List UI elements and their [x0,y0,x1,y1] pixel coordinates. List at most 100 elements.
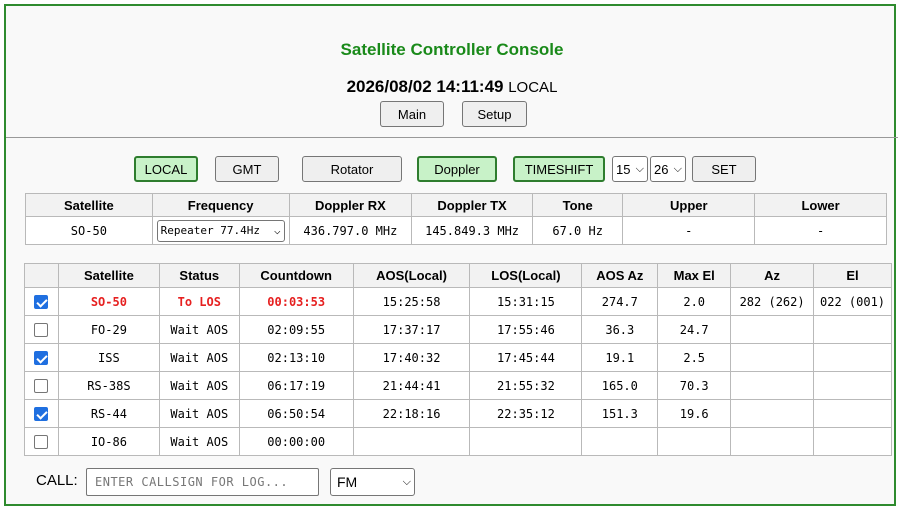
frequency-cell: Repeater 77.4Hz ⌵ [151,216,290,245]
cell-el [813,371,892,400]
rotator-button[interactable]: Rotator [302,156,402,182]
cell-sat: ISS [57,343,160,372]
cell-countdown: 00:03:53 [238,287,354,316]
chevron-down-icon: ⌵ [274,224,281,237]
table-row: IO-86 Wait AOS 00:00:00 [24,427,892,456]
cell-max-el: 19.6 [657,399,732,428]
gmt-time-button[interactable]: GMT [215,156,279,182]
cell-aos: 15:25:58 [352,287,471,316]
satellite-checkbox[interactable] [34,322,49,337]
cell-status: Wait AOS [158,399,240,428]
select-cell [24,399,59,428]
cell-los [469,427,583,456]
col-header: Max El [657,263,732,288]
cell-aos: 17:37:17 [352,315,471,344]
cell-az [730,315,815,344]
cell-los: 17:45:44 [469,343,583,372]
cell-el [813,343,892,372]
cell-countdown: 00:00:00 [238,427,354,456]
col-header: Tone [531,193,624,217]
cell-el [813,399,892,428]
select-cell [24,315,59,344]
chevron-down-icon: ⌵ [673,162,682,175]
col-header: Doppler TX [411,193,533,217]
satellite-checkbox[interactable] [34,350,49,365]
frequency-value: Repeater 77.4Hz [160,224,260,237]
table-row: RS-38S Wait AOS 06:17:19 21:44:41 21:55:32 16… [24,371,892,400]
current-satellite-table: Satellite Frequency Doppler RX Doppler T… [25,193,887,245]
cell-aos-az: 19.1 [581,343,659,372]
cell-aos: 21:44:41 [352,371,471,400]
cell-sat: IO-86 [57,427,160,456]
page-title: Satellite Controller Console [340,40,564,59]
table-row: RS-44 Wait AOS 06:50:54 22:18:16 22:35:12 151… [24,399,892,428]
cell-max-el [657,427,732,456]
col-header: Countdown [238,263,354,288]
table-row: FO-29 Wait AOS 02:09:55 17:37:17 17:55:46 36.… [24,315,892,344]
cell-max-el: 24.7 [657,315,732,344]
cell-aos-az: 165.0 [581,371,659,400]
clock-display: 2026/08/02 14:11:49 LOCAL [6,77,898,97]
select-cell [24,287,59,316]
cell-status: Wait AOS [158,371,240,400]
header-divider [6,137,898,138]
cell-aos-az: 274.7 [581,287,659,316]
satellite-checkbox[interactable] [34,378,49,393]
mode-select[interactable]: FM ⌵ [330,468,415,496]
set-button[interactable]: SET [692,156,756,182]
select-cell [24,371,59,400]
cell-az [730,427,815,456]
cell-los: 15:31:15 [469,287,583,316]
upper-value: - [622,216,756,245]
cell-az [730,399,815,428]
cell-aos: 22:18:16 [352,399,471,428]
setup-button[interactable]: Setup [462,101,527,127]
cell-aos-az: 36.3 [581,315,659,344]
col-header: El [813,263,892,288]
table-row: ISS Wait AOS 02:13:10 17:40:32 17:45:44 19.1 2… [24,343,892,372]
cell-status: To LOS [158,287,240,316]
cell-sat: RS-44 [57,399,160,428]
satellite-checkbox[interactable] [34,434,49,449]
cell-el [813,315,892,344]
col-header: Status [158,263,240,288]
cell-el: 022 (001) [813,287,892,316]
cell-countdown: 06:17:19 [238,371,354,400]
doppler-button[interactable]: Doppler [417,156,497,182]
timeshift-minute-select[interactable]: 26 ⌵ [650,156,686,182]
cell-los: 17:55:46 [469,315,583,344]
tone-value: 67.0 Hz [531,216,624,245]
col-header: Frequency [151,193,290,217]
console-frame: Satellite Controller Console 2026/08/02 … [4,4,898,506]
select-col-header [24,263,59,288]
cell-aos: 17:40:32 [352,343,471,372]
cell-los: 22:35:12 [469,399,583,428]
table-row: SO-50 To LOS 00:03:53 15:25:58 15:31:15 274.7… [24,287,892,316]
col-header: LOS(Local) [469,263,583,288]
col-header: AOS Az [581,263,659,288]
timeshift-hour-select[interactable]: 15 ⌵ [612,156,648,182]
cell-az [730,343,815,372]
current-header-row: Satellite Frequency Doppler RX Doppler T… [25,193,887,217]
select-cell [24,343,59,372]
doppler-tx-value: 145.849.3 MHz [411,216,533,245]
clock-datetime: 2026/08/02 14:11:49 [346,77,504,96]
col-header: Az [730,263,815,288]
frequency-select[interactable]: Repeater 77.4Hz ⌵ [156,219,285,242]
cell-max-el: 2.0 [657,287,732,316]
cell-status: Wait AOS [158,343,240,372]
callsign-input[interactable] [86,468,319,496]
satellite-checkbox[interactable] [34,406,49,421]
satellite-checkbox[interactable] [34,294,49,309]
chevron-down-icon: ⌵ [635,162,644,175]
col-header: Doppler RX [288,193,413,217]
cell-los: 21:55:32 [469,371,583,400]
main-button[interactable]: Main [380,101,444,127]
timeshift-button[interactable]: TIMESHIFT [513,156,605,182]
cell-az: 282 (262) [730,287,815,316]
cell-status: Wait AOS [158,315,240,344]
local-time-button[interactable]: LOCAL [134,156,198,182]
timeshift-minute-value: 26 [654,161,669,177]
cell-status: Wait AOS [158,427,240,456]
current-satellite: SO-50 [25,216,153,245]
